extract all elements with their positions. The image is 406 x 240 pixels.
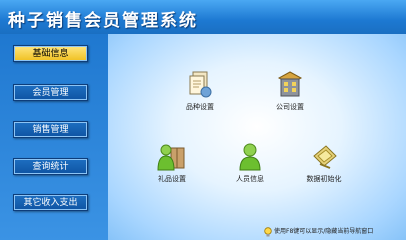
feature-gift-settings-label: 礼品设置	[158, 175, 186, 183]
feature-staff-info-label: 人员信息	[236, 175, 264, 183]
lightbulb-icon	[264, 226, 272, 236]
feature-variety-settings[interactable]: 品种设置	[170, 70, 230, 112]
feature-data-initialization[interactable]: 数据初始化	[294, 142, 354, 184]
title-bar: 种子销售会员管理系统	[0, 0, 406, 34]
user-gift-icon	[157, 144, 185, 171]
app-window: 种子销售会员管理系统 基础信息 会员管理 销售管理 查询统计 其它收入支出 品种…	[0, 0, 406, 240]
main-content: 品种设置 公司设置 礼品设置 人员信息 数据初始化	[108, 34, 406, 240]
building-icon	[277, 71, 303, 97]
feature-data-initialization-label: 数据初始化	[306, 175, 342, 183]
sidebar-item-sales-management[interactable]: 销售管理	[13, 121, 88, 138]
sidebar-item-query-statistics[interactable]: 查询统计	[13, 158, 88, 175]
feature-gift-settings[interactable]: 礼品设置	[142, 142, 202, 184]
app-title: 种子销售会员管理系统	[8, 11, 198, 31]
sidebar-item-basic-info[interactable]: 基础信息	[13, 45, 88, 62]
sidebar-item-other-income-expense[interactable]: 其它收入支出	[13, 194, 88, 211]
sidebar: 基础信息 会员管理 销售管理 查询统计 其它收入支出	[0, 34, 108, 240]
feature-variety-settings-label: 品种设置	[186, 103, 214, 111]
data-init-icon	[313, 145, 337, 169]
footer-hint: 使用F8键可以显示/隐藏当前导航窗口	[264, 226, 373, 237]
feature-company-settings-label: 公司设置	[276, 103, 304, 111]
sidebar-item-member-management[interactable]: 会员管理	[13, 84, 88, 101]
footer-hint-text: 使用F8键可以显示/隐藏当前导航窗口	[274, 228, 374, 235]
feature-company-settings[interactable]: 公司设置	[260, 70, 320, 112]
feature-staff-info[interactable]: 人员信息	[220, 142, 280, 184]
documents-icon	[189, 71, 212, 98]
user-icon	[239, 143, 261, 171]
